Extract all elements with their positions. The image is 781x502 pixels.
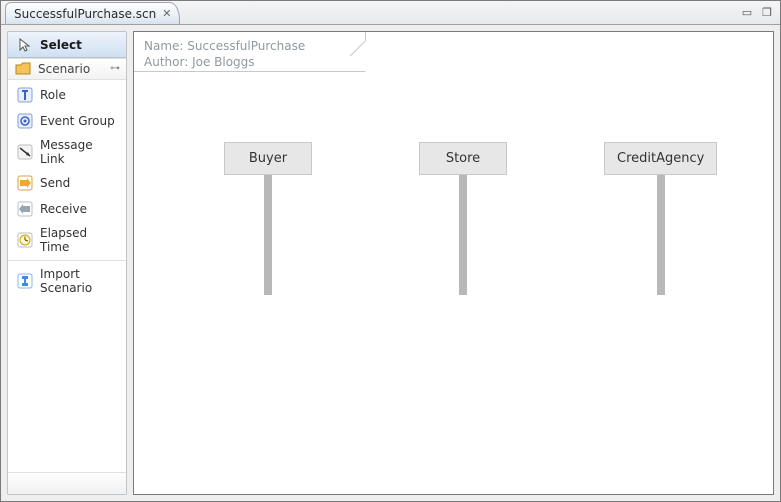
role-label: CreditAgency bbox=[604, 142, 717, 175]
palette-item-import-scenario[interactable]: Import Scenario bbox=[8, 263, 126, 299]
palette-item-role[interactable]: Role bbox=[8, 82, 126, 108]
import-scenario-icon bbox=[16, 272, 34, 290]
tab-bar: SuccessfulPurchase.scn ✕ ▭ ❐ bbox=[1, 1, 780, 25]
palette-item-message-link[interactable]: Message Link bbox=[8, 134, 126, 170]
pin-icon[interactable]: ⊶ bbox=[110, 63, 120, 74]
palette-item-send[interactable]: Send bbox=[8, 170, 126, 196]
palette-item-label: Event Group bbox=[40, 114, 120, 128]
close-tab-icon[interactable]: ✕ bbox=[162, 7, 171, 20]
role-store[interactable]: Store bbox=[419, 142, 507, 295]
elapsed-time-icon bbox=[16, 231, 34, 249]
palette-footer bbox=[8, 472, 126, 494]
scenario-name-value: SuccessfulPurchase bbox=[187, 39, 305, 53]
message-link-icon bbox=[16, 143, 34, 161]
scenario-name-label: Name: bbox=[144, 39, 183, 53]
tab-successfulpurchase[interactable]: SuccessfulPurchase.scn ✕ bbox=[5, 2, 180, 24]
palette-spacer bbox=[8, 301, 126, 472]
palette-item-label: Send bbox=[40, 176, 120, 190]
event-group-icon bbox=[16, 112, 34, 130]
lifeline bbox=[264, 175, 272, 295]
palette-item-label: Role bbox=[40, 88, 120, 102]
palette-items: Role Event Group Message Link bbox=[8, 80, 126, 301]
palette-drawer-scenario[interactable]: Scenario ⊶ bbox=[8, 58, 126, 80]
scenario-author-value: Joe Bloggs bbox=[192, 55, 254, 69]
tab-title: SuccessfulPurchase.scn bbox=[14, 7, 156, 21]
editor-frame: SuccessfulPurchase.scn ✕ ▭ ❐ Select Scen… bbox=[0, 0, 781, 502]
scenario-author-line: Author: Joe Bloggs bbox=[144, 54, 305, 70]
palette-item-label: Import Scenario bbox=[40, 267, 120, 295]
scenario-author-label: Author: bbox=[144, 55, 188, 69]
receive-icon bbox=[16, 200, 34, 218]
select-tool-label: Select bbox=[40, 38, 82, 52]
scenario-name-line: Name: SuccessfulPurchase bbox=[144, 38, 305, 54]
palette-drawer-label: Scenario bbox=[38, 62, 90, 76]
palette-separator bbox=[8, 260, 126, 261]
palette-item-label: Message Link bbox=[40, 138, 120, 166]
lifeline bbox=[657, 175, 665, 295]
palette-item-label: Receive bbox=[40, 202, 120, 216]
role-icon bbox=[16, 86, 34, 104]
palette: Select Scenario ⊶ Role bbox=[7, 31, 127, 495]
palette-item-event-group[interactable]: Event Group bbox=[8, 108, 126, 134]
scenario-canvas[interactable]: Name: SuccessfulPurchase Author: Joe Blo… bbox=[133, 31, 774, 495]
role-buyer[interactable]: Buyer bbox=[224, 142, 312, 295]
palette-item-receive[interactable]: Receive bbox=[8, 196, 126, 222]
send-icon bbox=[16, 174, 34, 192]
role-creditagency[interactable]: CreditAgency bbox=[604, 142, 717, 295]
editor-body: Select Scenario ⊶ Role bbox=[1, 25, 780, 501]
scenario-header: Name: SuccessfulPurchase Author: Joe Blo… bbox=[134, 32, 315, 76]
select-tool[interactable]: Select bbox=[8, 32, 126, 58]
lifeline bbox=[459, 175, 467, 295]
maximize-view-icon[interactable]: ❐ bbox=[760, 5, 774, 19]
cursor-icon bbox=[16, 36, 34, 54]
folder-icon bbox=[14, 60, 32, 78]
role-label: Store bbox=[419, 142, 507, 175]
role-label: Buyer bbox=[224, 142, 312, 175]
window-controls: ▭ ❐ bbox=[740, 5, 774, 19]
minimize-view-icon[interactable]: ▭ bbox=[740, 5, 754, 19]
palette-item-elapsed-time[interactable]: Elapsed Time bbox=[8, 222, 126, 258]
palette-item-label: Elapsed Time bbox=[40, 226, 120, 254]
